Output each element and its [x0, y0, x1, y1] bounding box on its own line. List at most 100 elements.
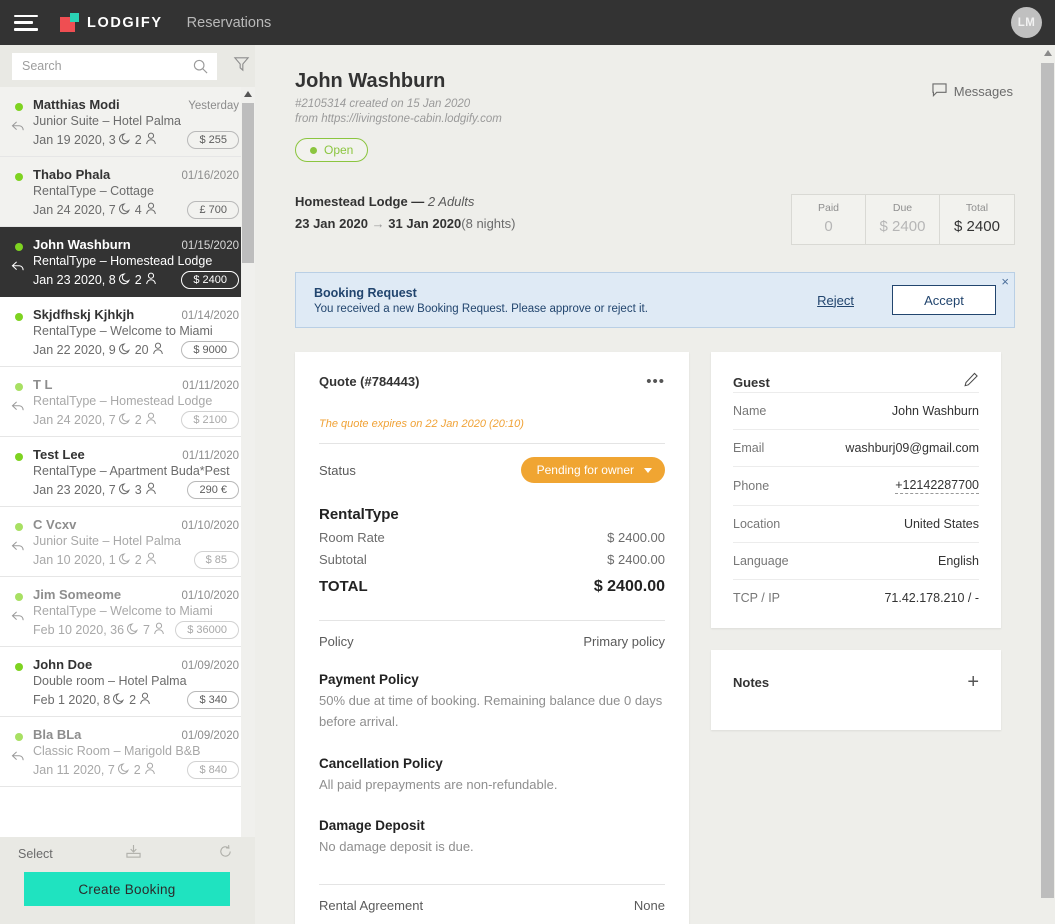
guest-field-value: English [938, 554, 979, 568]
create-booking-button[interactable]: Create Booking [24, 872, 230, 906]
policy-value: Primary policy [583, 634, 665, 649]
status-badge[interactable]: Open [295, 138, 369, 162]
summary-rental-name: Homestead Lodge — [295, 194, 428, 209]
select-button[interactable]: Select [18, 847, 53, 861]
filter-icon[interactable] [233, 55, 250, 77]
reply-icon [11, 610, 25, 628]
list-item[interactable]: John Doe 01/09/2020 Double room – Hotel Pa… [0, 647, 255, 717]
guest-field-value[interactable]: +12142287700 [895, 478, 979, 494]
quote-status-dropdown[interactable]: Pending for owner [520, 457, 665, 483]
add-note-icon[interactable]: + [967, 672, 979, 692]
search-input[interactable] [12, 52, 182, 80]
price-badge: $ 255 [187, 131, 239, 149]
refresh-icon[interactable] [218, 844, 233, 864]
guest-detail-row: Phone +12142287700 [733, 466, 979, 505]
logo-mark-icon [60, 13, 79, 32]
list-item[interactable]: Thabo Phala 01/16/2020 RentalType – Cottag… [0, 157, 255, 227]
line-label: Subtotal [319, 552, 367, 567]
alert-title: Booking Request [314, 285, 417, 300]
reservation-list[interactable]: Matthias Modi Yesterday Junior Suite – Hot… [0, 87, 255, 879]
search-row [0, 45, 255, 87]
sidebar-footer: Select Create Booking [0, 837, 255, 924]
policy-text: No damage deposit is due. [319, 839, 474, 855]
export-icon[interactable] [125, 844, 142, 864]
reply-icon [11, 120, 25, 138]
stay-info: Jan 19 2020, 3 2 [33, 132, 157, 148]
close-icon[interactable]: × [1001, 275, 1009, 288]
reservation-reference: #2105314 created on 15 Jan 2020 [295, 98, 471, 110]
person-icon [145, 482, 157, 498]
stay-info: Jan 10 2020, 1 2 [33, 552, 157, 568]
main-scroll-thumb[interactable] [1041, 63, 1054, 898]
list-item[interactable]: T L 01/11/2020 RentalType – Homestead Lodg… [0, 367, 255, 437]
list-item[interactable]: Test Lee 01/11/2020 RentalType – Apartment… [0, 437, 255, 507]
menu-toggle-icon[interactable] [14, 14, 38, 31]
quote-total-label: TOTAL [319, 578, 368, 595]
received-date: Yesterday [188, 100, 239, 112]
page-title: John Washburn [295, 70, 446, 92]
list-item[interactable]: Matthias Modi Yesterday Junior Suite – Hot… [0, 87, 255, 157]
list-item[interactable]: C Vcxv 01/10/2020 Junior Suite – Hotel Pal… [0, 507, 255, 577]
policy-text: All paid prepayments are non-refundable. [319, 776, 558, 792]
rental-name: RentalType – Welcome to Miami [33, 324, 213, 338]
received-date: 01/09/2020 [181, 730, 239, 742]
quote-card: Quote (#784443) ••• The quote expires on… [295, 352, 689, 924]
money-value: $ 2400 [954, 218, 1000, 235]
list-item[interactable]: Bla BLa 01/09/2020 Classic Room – Marigold… [0, 717, 255, 787]
unread-dot-icon [15, 593, 23, 601]
lodgify-logo[interactable]: LODGIFY [60, 13, 163, 32]
price-badge: $ 36000 [175, 621, 239, 639]
person-icon [153, 622, 165, 638]
quote-line-item: Room Rate $ 2400.00 [319, 530, 665, 545]
policy-heading: Payment Policy [319, 672, 419, 687]
guest-name: John Washburn [33, 237, 131, 252]
person-icon [145, 412, 157, 428]
line-value: $ 2400.00 [607, 530, 665, 545]
moon-icon [117, 762, 131, 778]
search-box[interactable] [12, 52, 217, 80]
scroll-up-arrow-icon[interactable] [1044, 50, 1052, 56]
price-badge: 290 € [187, 481, 239, 499]
stay-info: Jan 24 2020, 7 2 [33, 412, 157, 428]
accept-button[interactable]: Accept [892, 285, 996, 315]
nav-reservations[interactable]: Reservations [187, 15, 272, 31]
quote-title: Quote (#784443) [319, 374, 420, 389]
policy-label: Policy [319, 634, 354, 649]
stay-info: Feb 1 2020, 8 2 [33, 692, 151, 708]
rental-agreement-row: Rental Agreement None [319, 898, 665, 913]
sidebar-scroll-thumb[interactable] [242, 103, 254, 263]
money-value: 0 [824, 218, 833, 235]
quote-total-row: TOTAL $ 2400.00 [319, 578, 665, 596]
guest-name: C Vcxv [33, 517, 77, 532]
messages-label: Messages [953, 84, 1013, 99]
messages-link[interactable]: Messages [932, 83, 1013, 100]
money-cell: Due $ 2400 [866, 195, 940, 244]
quote-line-item: Subtotal $ 2400.00 [319, 552, 665, 567]
list-item[interactable]: Jim Someome 01/10/2020 RentalType – Welcom… [0, 577, 255, 647]
unread-dot-icon [15, 733, 23, 741]
list-item[interactable]: John Washburn 01/15/2020 RentalType – Home… [0, 227, 255, 297]
date-arrow-icon: → [371, 216, 385, 231]
sidebar-scrollbar[interactable] [241, 87, 255, 879]
line-value: $ 2400.00 [607, 552, 665, 567]
scroll-up-arrow-icon[interactable] [244, 91, 252, 97]
main-scrollbar[interactable] [1040, 45, 1055, 924]
user-avatar[interactable]: LM [1011, 7, 1042, 38]
moon-icon [118, 342, 132, 358]
edit-pencil-icon[interactable] [964, 372, 979, 392]
price-badge: $ 2100 [181, 411, 239, 429]
money-value: $ 2400 [879, 218, 926, 235]
guest-rows: Name John Washburn Email washburj09@gmail.c… [733, 392, 979, 616]
guest-name: T L [33, 377, 53, 392]
unread-dot-icon [15, 243, 23, 251]
quote-status-row: Status Pending for owner [319, 457, 665, 483]
reject-button[interactable]: Reject [817, 293, 854, 308]
list-item[interactable]: Skjdfhskj Kjhkjh 01/14/2020 RentalType – W… [0, 297, 255, 367]
guest-name: Skjdfhskj Kjhkjh [33, 307, 135, 322]
rental-name: RentalType – Apartment Buda*Pest [33, 464, 230, 478]
rental-name: RentalType – Cottage [33, 184, 154, 198]
money-cell: Total $ 2400 [940, 195, 1014, 244]
reservation-source: from https://livingstone-cabin.lodgify.c… [295, 113, 502, 125]
money-label: Total [965, 202, 989, 214]
quote-options-icon[interactable]: ••• [646, 374, 665, 389]
